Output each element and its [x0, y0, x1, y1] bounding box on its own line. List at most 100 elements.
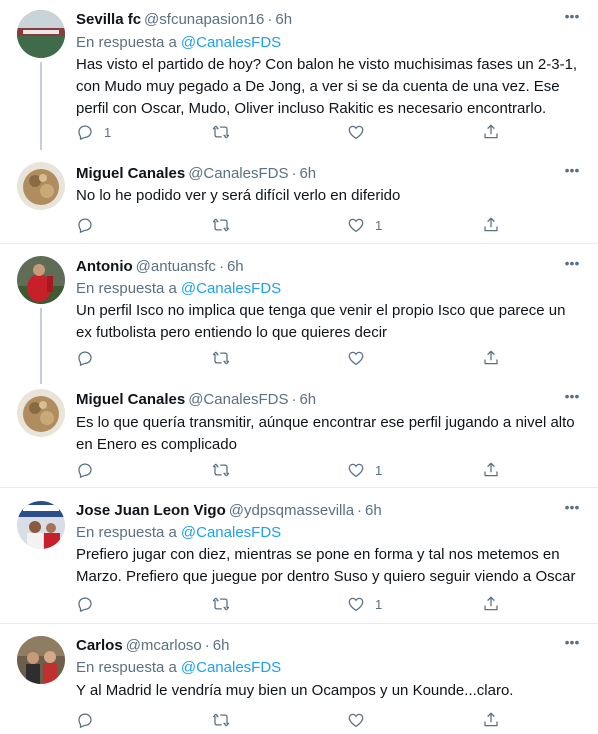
timestamp[interactable]: 6h [365, 502, 382, 519]
mention-link[interactable]: @CanalesFDS [181, 280, 281, 297]
reply-to-label: En respuesta a [76, 280, 177, 297]
timestamp[interactable]: 6h [299, 391, 316, 408]
reply-button[interactable]: 1 [76, 122, 111, 142]
tweet[interactable]: Jose Juan Leon Vigo @ydpsqmassevilla · 6h •… [0, 488, 598, 623]
reply-button[interactable] [76, 460, 104, 480]
share-icon [484, 124, 498, 139]
avatar[interactable] [17, 162, 65, 210]
tweet-header: Carlos @mcarloso · 6h [76, 636, 229, 656]
tweet-text: Y al Madrid le vendría muy bien un Ocamp… [76, 682, 514, 699]
timestamp[interactable]: 6h [299, 165, 316, 182]
separator-dot: · [357, 502, 363, 519]
more-icon[interactable]: ••• [562, 500, 582, 521]
retweet-icon [212, 463, 230, 477]
tweet-actions: 1 [76, 460, 506, 480]
retweet-button[interactable] [212, 348, 240, 368]
timestamp[interactable]: 6h [275, 11, 292, 28]
tweet-header: Miguel Canales @CanalesFDS · 6h [76, 390, 316, 410]
reply-icon [78, 463, 92, 479]
reply-button[interactable] [76, 348, 104, 368]
retweet-icon [212, 218, 230, 232]
retweet-button[interactable] [212, 594, 240, 614]
avatar[interactable] [17, 10, 65, 58]
heart-icon [348, 218, 364, 233]
retweet-button[interactable] [212, 215, 240, 235]
user-handle[interactable]: @sfcunapasion16 [144, 11, 264, 28]
tweet[interactable]: Miguel Canales @CanalesFDS · 6h ••• Es lo q… [0, 380, 598, 487]
user-handle[interactable]: @CanalesFDS [188, 165, 288, 182]
timestamp[interactable]: 6h [213, 637, 230, 654]
separator-dot: · [291, 165, 297, 182]
user-handle[interactable]: @mcarloso [126, 637, 202, 654]
share-button[interactable] [482, 215, 500, 235]
user-name[interactable]: Carlos [76, 637, 123, 654]
heart-icon [348, 463, 364, 478]
retweet-button[interactable] [212, 460, 240, 480]
user-name[interactable]: Jose Juan Leon Vigo [76, 502, 226, 519]
mention-link[interactable]: @CanalesFDS [181, 659, 281, 676]
tweet[interactable]: Miguel Canales @CanalesFDS · 6h ••• No lo h… [0, 150, 598, 243]
like-button[interactable] [347, 348, 375, 368]
retweet-button[interactable] [212, 122, 240, 142]
retweet-icon [212, 713, 230, 727]
tweet-header: Jose Juan Leon Vigo @ydpsqmassevilla · 6h [76, 501, 382, 521]
heart-icon [348, 713, 364, 728]
heart-icon [348, 351, 364, 366]
avatar[interactable] [17, 636, 65, 684]
reply-count: 1 [104, 124, 112, 140]
user-name[interactable]: Antonio [76, 258, 133, 275]
user-name[interactable]: Miguel Canales [76, 165, 185, 182]
tweet[interactable]: Antonio @antuansfc · 6h ••• En respuesta a @… [0, 244, 598, 384]
share-button[interactable] [482, 710, 500, 730]
mention-link[interactable]: @CanalesFDS [181, 34, 281, 51]
retweet-button[interactable] [212, 710, 240, 730]
separator-dot: · [218, 258, 224, 275]
avatar[interactable] [17, 501, 65, 549]
like-count: 1 [375, 217, 383, 233]
tweet-text: Has visto el partido de hoy? Con balon h… [76, 56, 578, 117]
like-button[interactable] [347, 122, 375, 142]
separator-dot: · [204, 637, 210, 654]
more-icon[interactable]: ••• [562, 9, 582, 30]
heart-icon [348, 125, 364, 140]
more-icon[interactable]: ••• [562, 163, 582, 184]
share-button[interactable] [482, 460, 500, 480]
reply-button[interactable] [76, 710, 104, 730]
avatar[interactable] [17, 256, 65, 304]
like-button[interactable] [347, 710, 375, 730]
share-button[interactable] [482, 348, 500, 368]
tweet-header: Miguel Canales @CanalesFDS · 6h [76, 164, 316, 184]
tweet-text: Un perfil Isco no implica que tenga que … [76, 302, 566, 341]
user-handle[interactable]: @antuansfc [136, 258, 216, 275]
reply-to-line: En respuesta a @CanalesFDS [76, 523, 281, 543]
tweet[interactable]: Sevilla fc @sfcunapasion16 · 6h ••• En resp… [0, 0, 598, 150]
tweet-text: Prefiero jugar con diez, mientras se pon… [76, 546, 576, 585]
share-icon [484, 712, 498, 727]
retweet-icon [212, 351, 230, 365]
more-icon[interactable]: ••• [562, 635, 582, 656]
like-button[interactable]: 1 [347, 215, 382, 235]
user-name[interactable]: Miguel Canales [76, 391, 185, 408]
reply-button[interactable] [76, 594, 104, 614]
tweet[interactable]: Carlos @mcarloso · 6h ••• En respuesta a @Ca… [0, 624, 598, 734]
share-button[interactable] [482, 122, 500, 142]
user-name[interactable]: Sevilla fc [76, 11, 141, 28]
avatar[interactable] [17, 389, 65, 437]
user-handle[interactable]: @ydpsqmassevilla [229, 502, 354, 519]
separator-dot: · [291, 391, 297, 408]
user-handle[interactable]: @CanalesFDS [188, 391, 288, 408]
like-count: 1 [375, 596, 383, 612]
reply-button[interactable] [76, 215, 104, 235]
thread-line [40, 62, 42, 150]
more-icon[interactable]: ••• [562, 256, 582, 277]
more-icon[interactable]: ••• [562, 389, 582, 410]
tweet-header: Antonio @antuansfc · 6h [76, 257, 244, 277]
share-button[interactable] [482, 594, 500, 614]
reply-icon [78, 351, 92, 367]
tweet-actions [76, 348, 506, 368]
mention-link[interactable]: @CanalesFDS [181, 524, 281, 541]
tweet-text: Es lo que quería transmitir, aúnque enco… [76, 414, 575, 453]
like-button[interactable]: 1 [347, 460, 382, 480]
like-button[interactable]: 1 [347, 594, 382, 614]
timestamp[interactable]: 6h [227, 258, 244, 275]
